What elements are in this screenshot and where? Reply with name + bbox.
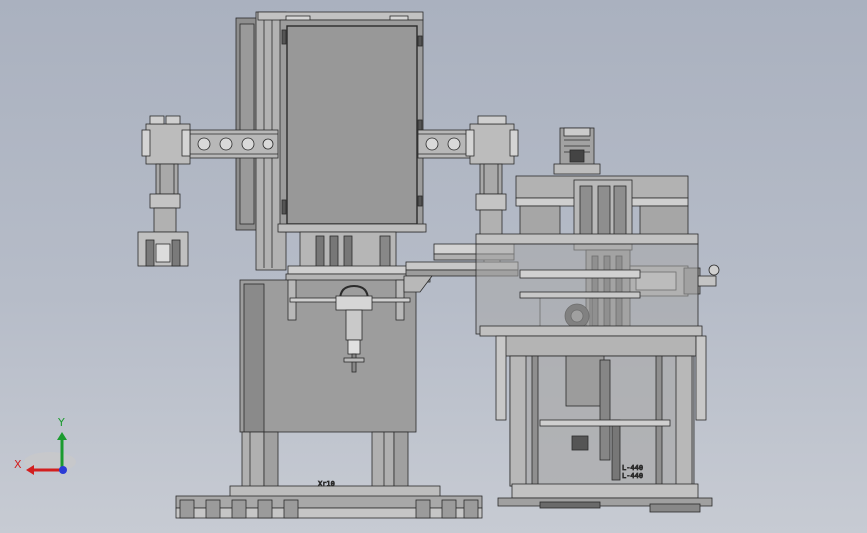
left-gripper-assembly — [137, 115, 191, 267]
right-machine: L-440 L-440 — [475, 127, 720, 513]
machine-assembly-drawing: Xr10 L-440 L-440 X Y — [14, 11, 720, 519]
axis-y-label: Y — [57, 416, 65, 429]
cabinet-door — [286, 25, 418, 225]
lower-cabinet — [239, 279, 417, 433]
tag-a-label: L-440 — [622, 464, 643, 472]
right-base — [511, 483, 699, 499]
tag-b-label: L-440 — [622, 472, 643, 480]
cad-viewport[interactable]: Xr10 L-440 L-440 X Y — [0, 0, 867, 533]
base-tag-label: Xr10 — [318, 480, 335, 488]
axis-x-label: X — [14, 458, 22, 471]
axis-triad: X Y — [14, 416, 76, 475]
